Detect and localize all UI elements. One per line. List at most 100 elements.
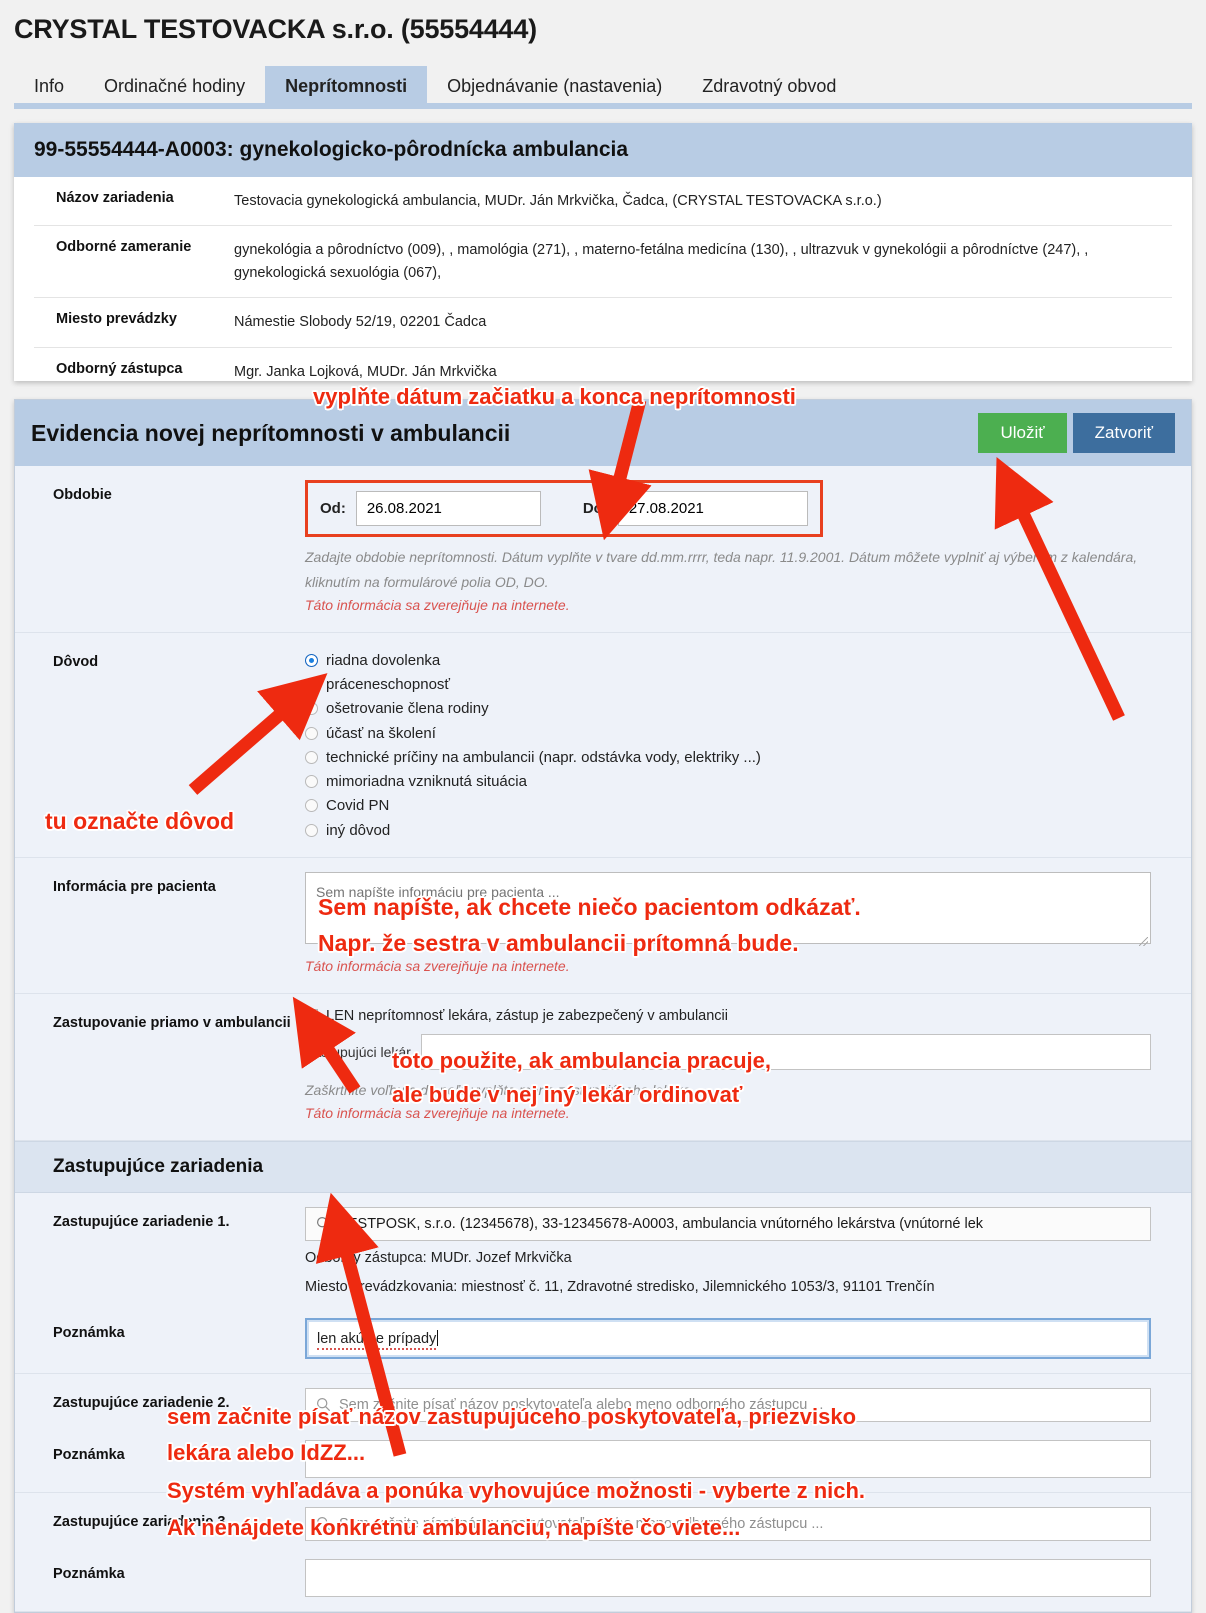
tab-ordinacne-hodiny[interactable]: Ordinačné hodiny	[84, 66, 265, 109]
radio-mimoriadna-situacia[interactable]: mimoriadna vzniknutá situácia	[305, 770, 1151, 793]
substitute-1-note-input[interactable]: len akútne prípady	[305, 1317, 1151, 1359]
search-icon	[316, 1398, 331, 1412]
page-title: CRYSTAL TESTOVACKA s.r.o. (55554444)	[14, 14, 537, 44]
reason-radio-group: riadna dovolenka práceneschopnosť ošetro…	[305, 647, 1151, 842]
radio-technicke-priciny[interactable]: technické príčiny na ambulancii (napr. o…	[305, 746, 1151, 769]
radio-dot-icon	[305, 726, 318, 740]
text-caret	[437, 1329, 439, 1346]
date-from-input[interactable]	[355, 491, 541, 526]
substitute-doctor-field: Zastupujúci lekár	[305, 1033, 1151, 1070]
info-row: Názov zariadenia Testovacia gynekologick…	[34, 177, 1172, 227]
tab-bar: Info Ordinačné hodiny Neprítomnosti Obje…	[0, 63, 1206, 109]
substitute-1-note-row: Poznámka len akútne prípady	[15, 1304, 1191, 1374]
substitute-3-note-body	[305, 1558, 1191, 1597]
close-button[interactable]: Zatvoriť	[1072, 413, 1175, 453]
patient-info-label: Informácia pre pacienta	[53, 878, 216, 895]
substitute-2-label: Zastupujúce zariadenie 2.	[53, 1394, 230, 1411]
info-value: Mgr. Janka Lojková, MUDr. Ján Mrkvička	[234, 363, 497, 380]
facility-card-heading: 99-55554444-A0003: gynekologicko-pôrodní…	[14, 123, 1192, 177]
save-button[interactable]: Uložiť	[978, 413, 1067, 453]
tab-npritomnosti[interactable]: Neprítomnosti	[265, 66, 428, 109]
info-label: Názov zariadenia	[56, 190, 174, 206]
substitute-doctor-input[interactable]	[420, 1033, 1151, 1070]
info-row: Miesto prevádzky Námestie Slobody 52/19,…	[34, 298, 1172, 348]
substitute-1-note-body: len akútne prípady	[305, 1317, 1191, 1359]
search-icon	[316, 1517, 331, 1531]
substitute-3-search-box[interactable]: Sem začnite písať názov poskytovateľa al…	[305, 1506, 1151, 1541]
substitution-hint: Zaškrtnite voľbu a do poľa vyplňte meno …	[305, 1081, 695, 1098]
substitution-public-note: Táto informácia sa zverejňuje na interne…	[305, 1105, 570, 1122]
reason-label: Dôvod	[53, 653, 99, 670]
reason-body: riadna dovolenka práceneschopnosť ošetro…	[305, 647, 1191, 843]
tab-zdravotny-obvod[interactable]: Zdravotný obvod	[682, 66, 856, 109]
radio-label: riadna dovolenka	[326, 651, 441, 669]
tab-objednavanie[interactable]: Objednávanie (nastavenia)	[427, 66, 682, 109]
date-from-label: Od:	[320, 500, 346, 517]
substitute-3-body: Sem začnite písať názov poskytovateľa al…	[305, 1506, 1191, 1541]
checkbox-icon	[305, 1009, 318, 1023]
substitution-body: LEN neprítomnosť lekára, zástup je zabez…	[305, 1008, 1191, 1126]
radio-dot-icon	[305, 750, 318, 764]
substitute-2-placeholder: Sem začnite písať názov poskytovateľa al…	[339, 1396, 824, 1413]
patient-info-public-note: Táto informácia sa zverejňuje na interne…	[305, 957, 570, 974]
radio-dot-icon	[305, 702, 318, 716]
radio-dot-icon	[305, 678, 318, 692]
form-header: Evidencia novej neprítomnosti v ambulanc…	[15, 400, 1191, 466]
substitute-1-value: TESTPOSK, s.r.o. (12345678), 33-12345678…	[339, 1215, 984, 1232]
radio-dot-icon	[305, 823, 318, 837]
radio-label: práceneschopnosť	[326, 676, 451, 694]
substitute-3-note-input[interactable]	[305, 1558, 1151, 1597]
facility-info-card: 99-55554444-A0003: gynekologicko-pôrodní…	[14, 123, 1192, 381]
period-hint: Zadajte obdobie neprítomnosti. Dátum vyp…	[305, 549, 1138, 590]
absence-form-panel: Evidencia novej neprítomnosti v ambulanc…	[14, 399, 1192, 1613]
substitute-1-search-box[interactable]: TESTPOSK, s.r.o. (12345678), 33-12345678…	[305, 1206, 1151, 1241]
substitute-1-row: Zastupujúce zariadenie 1. TESTPOSK, s.r.…	[15, 1193, 1191, 1304]
substitute-2-note-row: Poznámka	[15, 1426, 1191, 1493]
substitute-3-note-row: Poznámka	[15, 1545, 1191, 1612]
reason-row: Dôvod riadna dovolenka práceneschopnosť …	[15, 633, 1191, 858]
radio-osetrovanie-clena-rodiny[interactable]: ošetrovanie člena rodiny	[305, 697, 1151, 720]
radio-covid-pn[interactable]: Covid PN	[305, 794, 1151, 817]
substitution-checkbox-row[interactable]: LEN neprítomnosť lekára, zástup je zabez…	[305, 1008, 1151, 1024]
patient-info-row: Informácia pre pacienta Táto informácia …	[15, 858, 1191, 994]
substitute-2-note-label: Poznámka	[53, 1446, 125, 1463]
date-range-highlight: Od: Do:	[305, 480, 823, 537]
period-row: Obdobie Od: Do: Zadajte obdobie neprítom…	[15, 466, 1191, 633]
radio-iny-dovod[interactable]: iný dôvod	[305, 819, 1151, 842]
radio-label: Covid PN	[326, 797, 390, 815]
patient-info-textarea-wrap	[305, 871, 1151, 949]
radio-dot-icon	[305, 799, 318, 813]
substitute-1-label: Zastupujúce zariadenie 1.	[53, 1213, 230, 1230]
radio-praceneschopnost[interactable]: práceneschopnosť	[305, 673, 1151, 696]
substitute-1-note-label: Poznámka	[53, 1324, 125, 1341]
info-value: gynekológia a pôrodníctvo (009), , mamol…	[234, 242, 1089, 281]
info-label: Odborný zástupca	[56, 360, 183, 377]
patient-info-textarea[interactable]	[305, 871, 1151, 944]
form-title: Evidencia novej neprítomnosti v ambulanc…	[31, 419, 511, 446]
info-label: Odborné zameranie	[56, 239, 192, 256]
period-label: Obdobie	[53, 487, 112, 503]
tab-info[interactable]: Info	[14, 66, 84, 109]
substitute-2-body: Sem začnite písať názov poskytovateľa al…	[305, 1387, 1191, 1422]
facility-card-body: Názov zariadenia Testovacia gynekologick…	[14, 177, 1192, 381]
substitute-1-body: TESTPOSK, s.r.o. (12345678), 33-12345678…	[305, 1206, 1191, 1300]
substitute-2-note-body	[305, 1439, 1191, 1478]
info-value: Testovacia gynekologická ambulancia, MUD…	[234, 193, 882, 209]
form-actions: Uložiť Zatvoriť	[978, 413, 1175, 453]
radio-ucast-na-skoleni[interactable]: účasť na školení	[305, 722, 1151, 745]
substitute-2-note-input[interactable]	[305, 1439, 1151, 1478]
substitute-1-note-value: len akútne prípady	[317, 1330, 437, 1350]
patient-info-body: Táto informácia sa zverejňuje na interne…	[305, 871, 1191, 979]
substitute-2-search-box[interactable]: Sem začnite písať názov poskytovateľa al…	[305, 1387, 1151, 1422]
radio-label: iný dôvod	[326, 821, 391, 839]
date-to-label: Do:	[582, 500, 608, 517]
radio-label: účasť na školení	[326, 724, 436, 742]
substitution-label: Zastupovanie priamo v ambulancii	[53, 1014, 291, 1031]
radio-label: technické príčiny na ambulancii (napr. o…	[326, 748, 761, 766]
info-value: Námestie Slobody 52/19, 02201 Čadca	[234, 314, 487, 331]
substitution-row: Zastupovanie priamo v ambulancii LEN nep…	[15, 994, 1191, 1141]
substitute-3-label: Zastupujúce zariadenie 3.	[53, 1513, 230, 1530]
search-icon	[316, 1217, 331, 1231]
date-to-input[interactable]	[617, 491, 808, 526]
radio-riadna-dovolenka[interactable]: riadna dovolenka	[305, 649, 1151, 672]
